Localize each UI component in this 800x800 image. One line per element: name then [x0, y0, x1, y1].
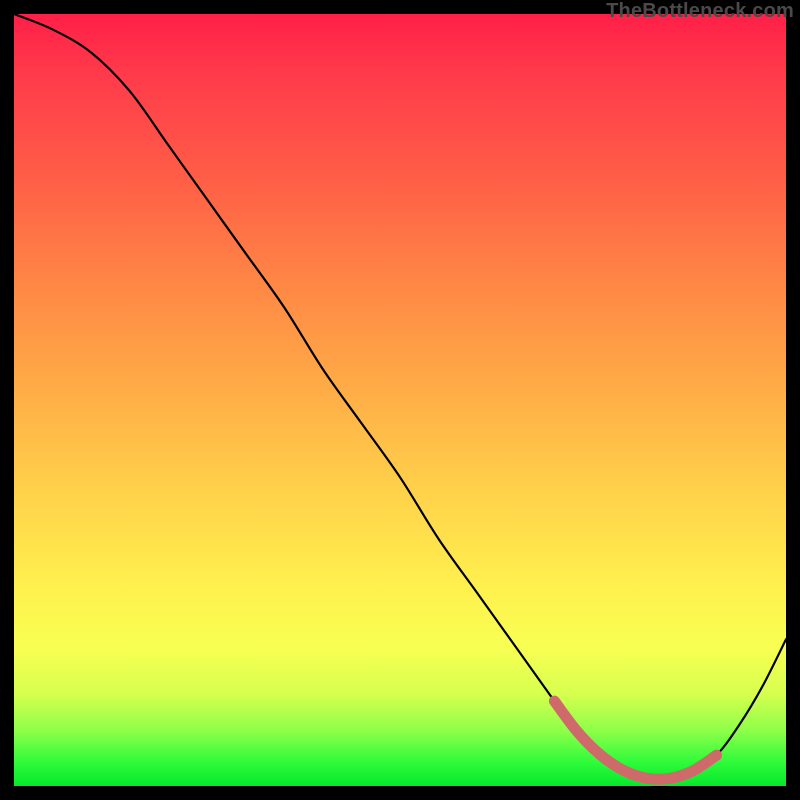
valley-marker [554, 701, 716, 779]
bottleneck-curve [14, 14, 786, 779]
chart-overlay [14, 14, 786, 786]
